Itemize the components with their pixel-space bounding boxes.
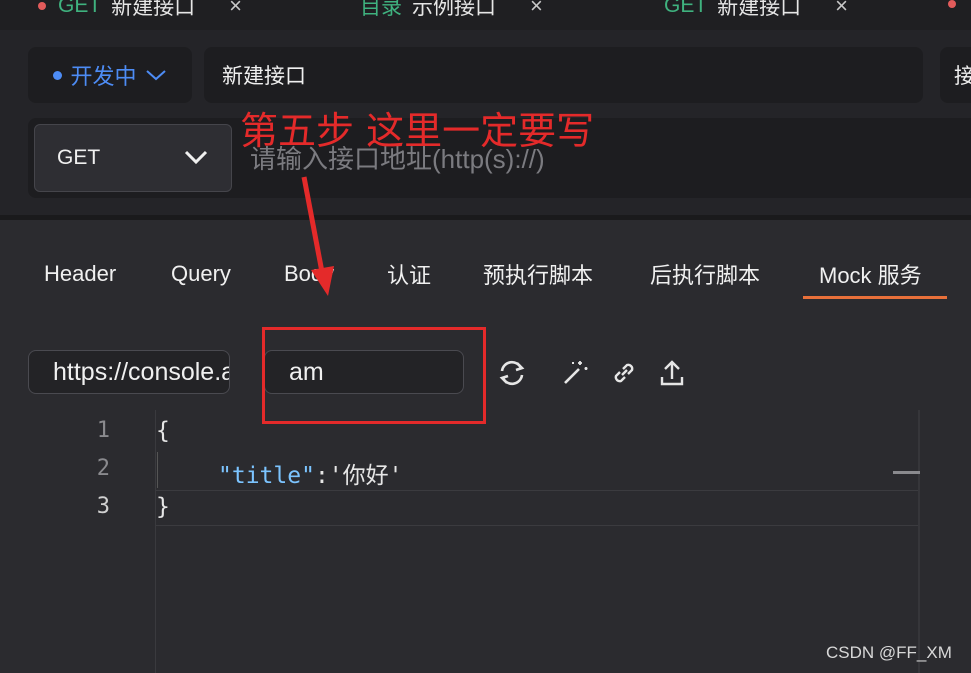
- code-line-1: {: [156, 418, 170, 444]
- tab-pre-script[interactable]: 预执行脚本: [483, 256, 593, 292]
- code-line-3: }: [156, 494, 170, 520]
- magic-wand-icon: [564, 361, 588, 384]
- editor-scrollbar[interactable]: [918, 410, 920, 673]
- tab-query[interactable]: Query: [171, 256, 231, 292]
- tab-get-new-api-1[interactable]: GET 新建接口 ×: [38, 0, 242, 21]
- chevron-down-icon: [184, 150, 208, 165]
- tab-auth[interactable]: 认证: [387, 256, 431, 292]
- tab-bar: GET 新建接口 × 目录 示例接口 × GET 新建接口 ×: [0, 0, 971, 30]
- tab-label: 新建接口: [111, 0, 196, 19]
- status-dot: [53, 70, 63, 80]
- annotation-text: 第五步 这里一定要写: [240, 109, 595, 153]
- code-line-2: "title":'你好': [218, 456, 402, 490]
- gutter-divider: [155, 410, 156, 673]
- highlight-box: [262, 327, 486, 424]
- json-key: "title": [218, 463, 315, 489]
- line-number: 3: [96, 494, 110, 519]
- tab-label: 新建接口: [717, 0, 802, 19]
- method-label: GET: [57, 146, 101, 169]
- link-icon: [614, 363, 634, 383]
- tab-header[interactable]: Header: [44, 256, 116, 292]
- section-divider: [0, 215, 971, 220]
- refresh-icon: [499, 360, 525, 386]
- magic-button[interactable]: [557, 355, 593, 391]
- scrollbar-thumb[interactable]: [893, 471, 920, 474]
- close-icon[interactable]: ×: [835, 0, 848, 19]
- indent-guide: [157, 452, 158, 488]
- tab-get-new-api-2[interactable]: GET 新建接口 ×: [664, 0, 848, 21]
- line-number: 1: [96, 418, 110, 443]
- active-line-highlight: [156, 490, 920, 526]
- watermark: CSDN @FF_XM: [826, 643, 952, 662]
- line-number: 2: [96, 456, 110, 481]
- tab-label: 示例接口: [412, 0, 496, 19]
- link-button[interactable]: [606, 355, 642, 391]
- upload-icon: [660, 360, 684, 386]
- tab-example-api[interactable]: 目录 示例接口 ×: [360, 0, 543, 21]
- unsaved-dot: [38, 2, 46, 10]
- status-label: 开发中: [70, 64, 137, 89]
- right-header-field[interactable]: 接: [940, 47, 971, 103]
- unsaved-dot: [948, 0, 956, 8]
- tab-method: GET: [664, 0, 708, 17]
- method-select[interactable]: GET: [34, 124, 232, 192]
- tab-method: 目录: [360, 0, 402, 19]
- tab-body[interactable]: Body: [284, 256, 334, 292]
- mock-url-field[interactable]: https://console.apipost.cn: [28, 350, 230, 394]
- refresh-button[interactable]: [494, 355, 530, 391]
- close-icon[interactable]: ×: [530, 0, 543, 19]
- status-dropdown[interactable]: 开发中: [28, 47, 192, 103]
- json-value: :'你好': [314, 463, 403, 489]
- active-tab-underline: [803, 296, 947, 299]
- share-button[interactable]: [654, 355, 690, 391]
- chevron-down-icon: [145, 70, 166, 81]
- close-icon[interactable]: ×: [229, 0, 242, 19]
- tab-mock-service[interactable]: Mock 服务: [819, 256, 922, 292]
- tab-method: GET: [58, 0, 102, 17]
- api-name-input[interactable]: 新建接口: [204, 47, 923, 103]
- mock-json-editor[interactable]: [0, 410, 920, 673]
- tab-post-script[interactable]: 后执行脚本: [650, 256, 760, 292]
